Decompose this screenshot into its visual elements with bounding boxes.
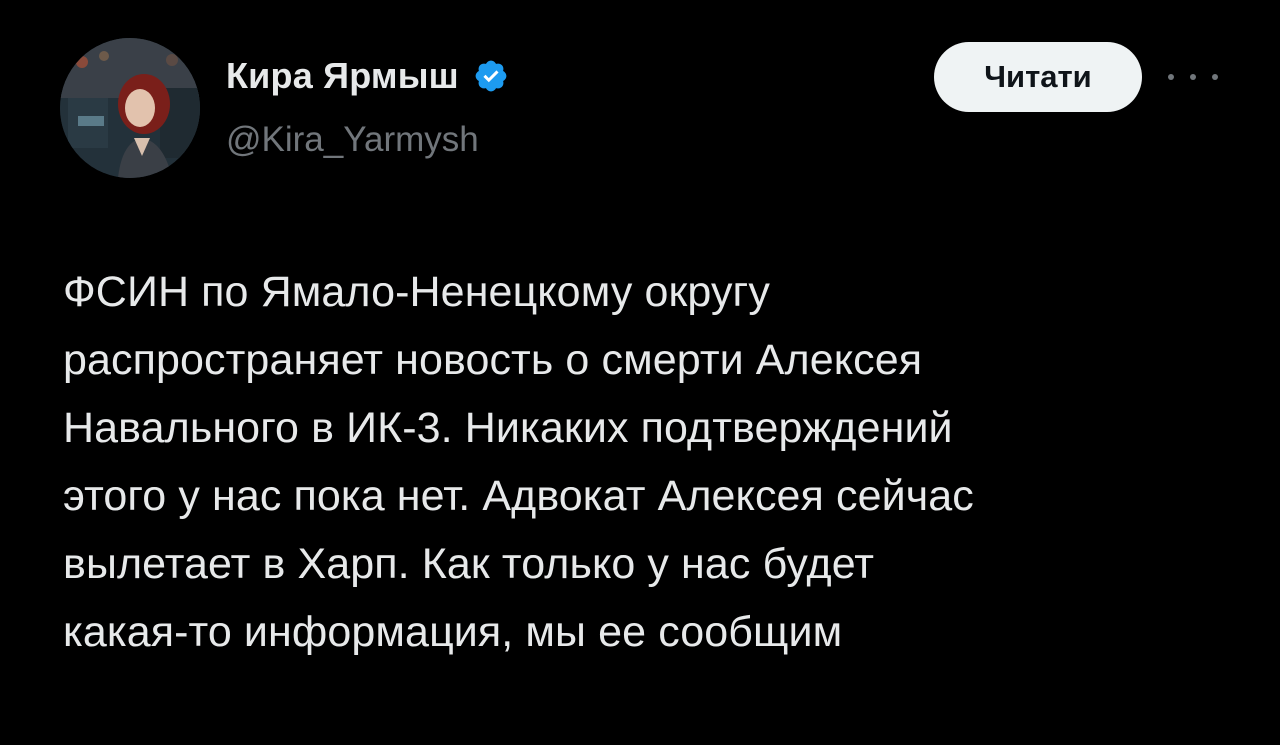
author-display-name[interactable]: Кира Ярмыш <box>226 55 459 97</box>
more-horizontal-icon-dot <box>1212 74 1218 80</box>
more-horizontal-icon <box>1168 74 1174 80</box>
avatar-photo <box>60 38 200 178</box>
author-name-row: Кира Ярмыш <box>226 55 509 97</box>
more-horizontal-icon-dot <box>1190 74 1196 80</box>
read-button[interactable]: Читати <box>934 42 1142 112</box>
verified-badge-icon <box>475 60 507 92</box>
tweet-card: Кира Ярмыш @Kira_Yarmysh Читати ФСИН по … <box>0 0 1280 745</box>
tweet-text: ФСИН по Ямало-Ненецкому округу распростр… <box>63 268 974 656</box>
more-options-button[interactable] <box>1168 62 1218 92</box>
author-handle[interactable]: @Kira_Yarmysh <box>226 120 479 160</box>
avatar[interactable] <box>60 38 200 178</box>
